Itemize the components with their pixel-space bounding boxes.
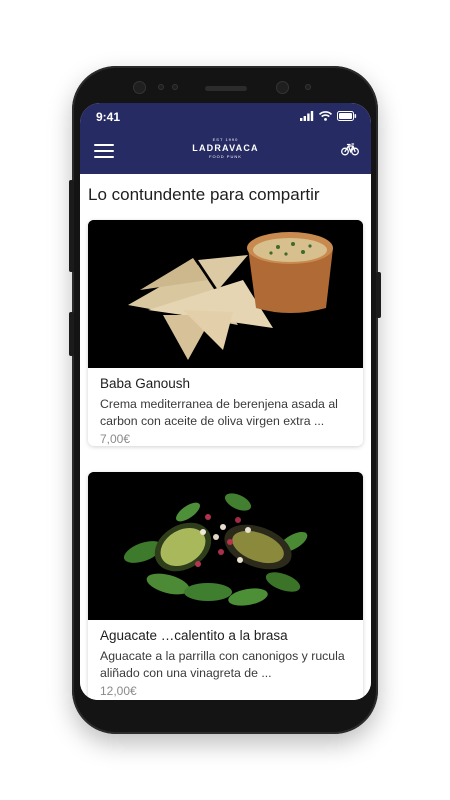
phone-side-button: [69, 312, 74, 356]
phone-camera: [133, 81, 146, 94]
status-time: 9:41: [96, 110, 121, 124]
logo-est: EST 1990: [212, 137, 239, 142]
phone-side-button: [69, 180, 74, 272]
phone-power-button: [376, 272, 381, 318]
menu-item-card[interactable]: Baba Ganoush Crema mediterranea de beren…: [88, 220, 363, 446]
app-screen: 9:41 EST 1990 LADRAVACA FOOD PUNK Lo con…: [80, 103, 371, 700]
item-name: Aguacate …calentito a la brasa: [100, 628, 288, 643]
battery-icon: [337, 111, 357, 121]
section-title: Lo contundente para compartir: [88, 185, 320, 204]
phone-sensor: [158, 84, 164, 90]
delivery-button[interactable]: [341, 142, 359, 156]
wifi-icon: [319, 111, 332, 121]
item-description: Crema mediterranea de berenjena asada al…: [100, 397, 338, 428]
menu-content: Lo contundente para compartir Baba Ganou…: [80, 174, 371, 700]
phone-sensor: [305, 84, 311, 90]
item-description: Aguacate a la parrilla con canonigos y r…: [100, 649, 345, 680]
item-price: 12,00€: [100, 684, 137, 698]
item-price: 7,00€: [100, 432, 131, 446]
phone-speaker: [205, 86, 247, 91]
phone-sensor: [172, 84, 178, 90]
app-header: 9:41 EST 1990 LADRAVACA FOOD PUNK: [80, 103, 371, 174]
brand-logo: EST 1990 LADRAVACA FOOD PUNK: [80, 137, 371, 159]
aguacate-photo: [88, 472, 363, 620]
logo-name: LADRAVACA: [192, 143, 259, 153]
menu-item-card[interactable]: Aguacate …calentito a la brasa Aguacate …: [88, 472, 363, 700]
phone-camera: [276, 81, 289, 94]
bicycle-icon: [341, 143, 359, 156]
logo-tagline: FOOD PUNK: [209, 154, 242, 159]
signal-icon: [300, 111, 314, 121]
item-name: Baba Ganoush: [100, 376, 191, 391]
status-icons: [300, 111, 357, 121]
baba-ganoush-photo: [88, 220, 363, 368]
